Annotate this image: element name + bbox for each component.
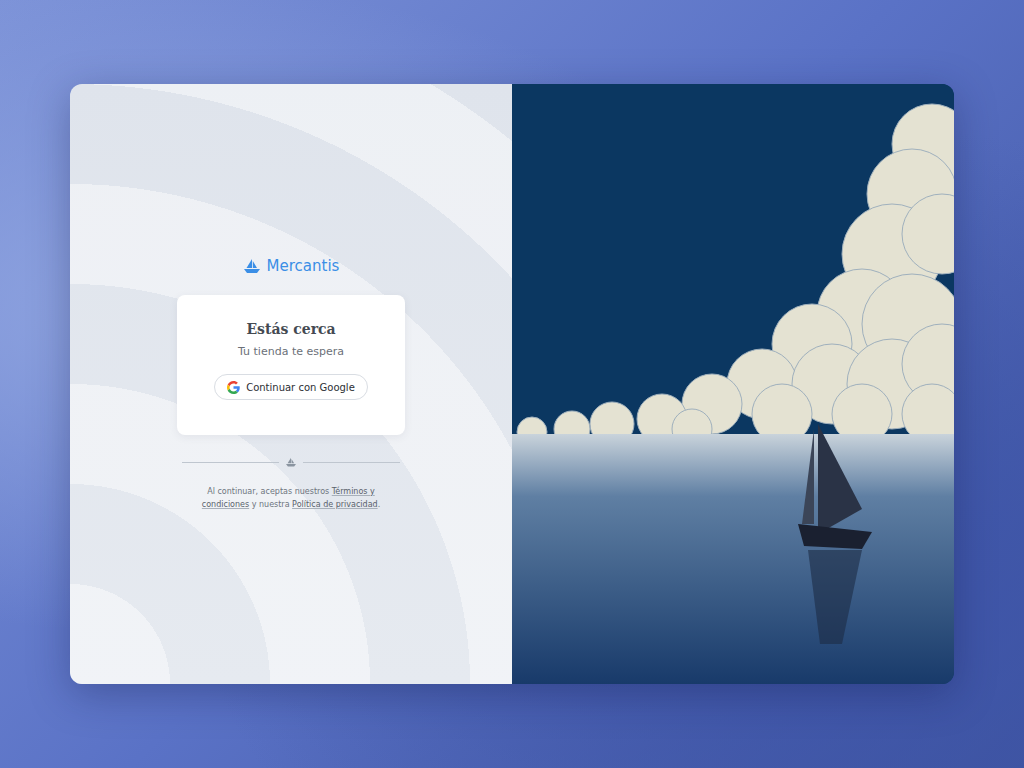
page: Mercantis Estás cerca Tu tienda te esper… xyxy=(0,0,1024,768)
brand-logo: Mercantis xyxy=(243,257,340,275)
login-window: Mercantis Estás cerca Tu tienda te esper… xyxy=(70,84,954,684)
google-icon xyxy=(227,381,240,394)
card-title: Estás cerca xyxy=(246,321,335,337)
privacy-link[interactable]: Política de privacidad xyxy=(292,500,378,509)
login-panel: Mercantis Estás cerca Tu tienda te esper… xyxy=(70,84,512,684)
card-subtitle: Tu tienda te espera xyxy=(238,345,344,358)
google-signin-button[interactable]: Continuar con Google xyxy=(214,374,368,400)
brand-name: Mercantis xyxy=(267,257,340,275)
divider xyxy=(182,457,400,467)
boat-logo-icon xyxy=(243,258,261,274)
sailboat-illustration-icon xyxy=(512,84,954,684)
login-card: Estás cerca Tu tienda te espera Continua… xyxy=(177,295,405,435)
boat-divider-icon xyxy=(285,457,297,467)
illustration xyxy=(512,84,954,684)
legal-text: Al continuar, aceptas nuestros Términos … xyxy=(189,485,394,511)
google-button-label: Continuar con Google xyxy=(246,382,355,393)
